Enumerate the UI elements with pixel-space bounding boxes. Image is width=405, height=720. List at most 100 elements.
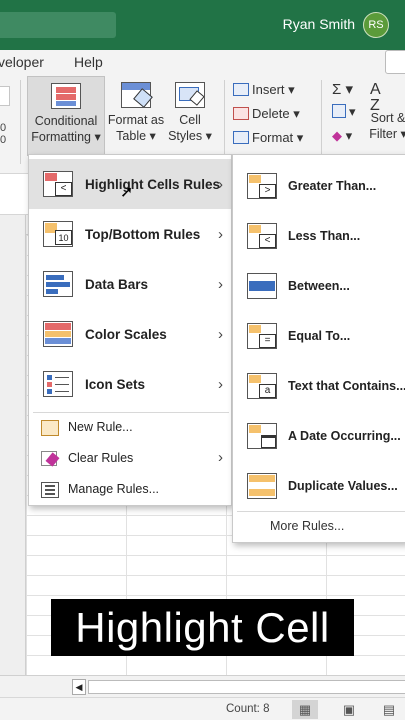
menu-item-label: Color Scales (85, 326, 167, 342)
format-label: Format ▾ (252, 130, 304, 145)
submenu-item-label: Between... (288, 279, 350, 293)
search-box[interactable] (0, 12, 116, 38)
less-than-icon: < (247, 223, 277, 249)
chevron-right-icon: › (218, 175, 223, 193)
delete-icon (233, 107, 249, 120)
text-contains-icon: a (247, 373, 277, 399)
cell-styles-label1: Cell (179, 113, 201, 127)
menu-item-label: New Rule... (68, 420, 133, 434)
ribbon-divider (20, 80, 21, 164)
fill-down-icon (332, 104, 346, 118)
submenu-item-text-contains[interactable]: a Text that Contains... (233, 361, 405, 411)
fill-button[interactable]: ▾ (332, 104, 356, 120)
color-scales-icon (43, 321, 75, 347)
menu-item-color-scales[interactable]: Color Scales › (29, 309, 231, 359)
scroll-left-icon[interactable]: ◀ (72, 679, 86, 695)
tab-help[interactable]: Help (74, 54, 103, 70)
format-icon (233, 131, 249, 144)
normal-view-icon[interactable]: ▦ (292, 700, 318, 719)
menu-item-label: Data Bars (85, 276, 149, 292)
sort-filter-label1: Sort & (370, 111, 405, 125)
submenu-item-equal-to[interactable]: = Equal To... (233, 311, 405, 361)
page-layout-view-icon[interactable]: ▣ (336, 700, 362, 719)
submenu-item-date-occurring[interactable]: A Date Occurring... (233, 411, 405, 461)
chevron-right-icon: › (218, 325, 223, 343)
autosum-button[interactable]: Σ ▾ (332, 80, 353, 98)
between-icon (247, 273, 277, 299)
greater-than-icon: > (247, 173, 277, 199)
delete-label: Delete ▾ (252, 106, 300, 121)
duplicate-values-icon (247, 473, 277, 499)
menu-item-label: Highlight Cells Rules (85, 176, 221, 192)
highlight-cells-icon: < (43, 171, 75, 197)
sort-filter-label2: Filter ▾ (369, 127, 405, 141)
conditional-formatting-menu: < Highlight Cells Rules › 10 Top/Bottom … (28, 154, 232, 506)
menu-item-data-bars[interactable]: Data Bars › (29, 259, 231, 309)
manage-rules-icon (41, 482, 59, 498)
format-as-table-icon (121, 82, 153, 108)
clear-button[interactable]: ◆ ▾ (332, 128, 352, 144)
menu-item-label: Manage Rules... (68, 482, 160, 496)
submenu-item-duplicate-values[interactable]: Duplicate Values... (233, 461, 405, 511)
menu-item-top-bottom-rules[interactable]: 10 Top/Bottom Rules › (29, 209, 231, 259)
video-caption: Highlight Cell (51, 599, 354, 656)
format-as-table-label2: Table ▾ (116, 129, 156, 143)
delete-button[interactable]: Delete ▾ (233, 106, 300, 122)
number-fragment: 00 (0, 122, 7, 146)
conditional-formatting-icon (51, 83, 81, 109)
highlight-cells-rules-submenu: > Greater Than... < Less Than... Between… (232, 154, 405, 543)
menu-item-new-rule[interactable]: New Rule... (29, 413, 231, 443)
submenu-item-label: Text that Contains... (288, 379, 405, 393)
submenu-item-label: Equal To... (288, 329, 351, 343)
horizontal-scrollbar[interactable] (88, 680, 405, 694)
insert-button[interactable]: Insert ▾ (233, 82, 295, 98)
menu-item-label: Icon Sets (85, 376, 146, 392)
user-name: Ryan Smith (282, 16, 355, 32)
menu-divider (237, 511, 405, 512)
format-button[interactable]: Format ▾ (233, 130, 303, 146)
new-rule-icon (41, 420, 59, 436)
submenu-item-label: A Date Occurring... (288, 429, 401, 443)
sheet-tab-bar: ◀ (0, 675, 405, 697)
menu-item-label: Top/Bottom Rules (85, 226, 201, 242)
more-rules-link[interactable]: More Rules... (270, 519, 344, 533)
equal-to-icon: = (247, 323, 277, 349)
menu-item-clear-rules[interactable]: Clear Rules › (29, 444, 231, 474)
submenu-item-between[interactable]: Between... (233, 261, 405, 311)
status-bar: Count: 8 ▦ ▣ ▤ (0, 697, 405, 720)
share-button[interactable] (385, 50, 405, 74)
cell-styles-button[interactable]: Cell Styles ▾ (166, 76, 214, 156)
tab-developer[interactable]: veloper (0, 54, 44, 70)
menu-item-icon-sets[interactable]: Icon Sets › (29, 359, 231, 409)
mouse-cursor-icon: ➚ (120, 184, 134, 201)
conditional-formatting-button[interactable]: Conditional Formatting ▾ (27, 76, 105, 156)
calendar-icon (247, 423, 277, 449)
cell-styles-icon (175, 82, 205, 108)
cell-styles-label2: Styles ▾ (168, 129, 212, 143)
icon-sets-icon (43, 371, 75, 397)
row-headers[interactable] (0, 215, 26, 675)
chevron-right-icon: › (218, 375, 223, 393)
conditional-formatting-label1: Conditional (34, 114, 98, 128)
chevron-right-icon: › (218, 225, 223, 243)
ribbon-tabs: veloper Help (0, 50, 405, 74)
ribbon-divider (224, 80, 225, 164)
clear-rules-icon (41, 451, 60, 467)
sort-filter-button[interactable]: AZ Sort & Filter ▾ (366, 76, 405, 156)
submenu-item-greater-than[interactable]: > Greater Than... (233, 161, 405, 211)
menu-item-manage-rules[interactable]: Manage Rules... (29, 475, 231, 505)
number-format-dropdown[interactable] (0, 86, 10, 106)
chevron-right-icon: › (218, 275, 223, 293)
format-as-table-label1: Format as (107, 113, 165, 127)
ribbon-divider (321, 80, 322, 164)
chevron-right-icon: › (218, 449, 223, 466)
avatar[interactable]: RS (363, 12, 389, 38)
submenu-item-less-than[interactable]: < Less Than... (233, 211, 405, 261)
format-as-table-button[interactable]: Format as Table ▾ (106, 76, 166, 156)
conditional-formatting-label2: Formatting ▾ (31, 130, 101, 144)
top-bottom-icon: 10 (43, 221, 75, 247)
submenu-item-label: Greater Than... (288, 179, 377, 193)
page-break-view-icon[interactable]: ▤ (376, 700, 402, 719)
title-bar: Ryan Smith RS (0, 0, 405, 50)
menu-item-label: Clear Rules (68, 451, 134, 465)
